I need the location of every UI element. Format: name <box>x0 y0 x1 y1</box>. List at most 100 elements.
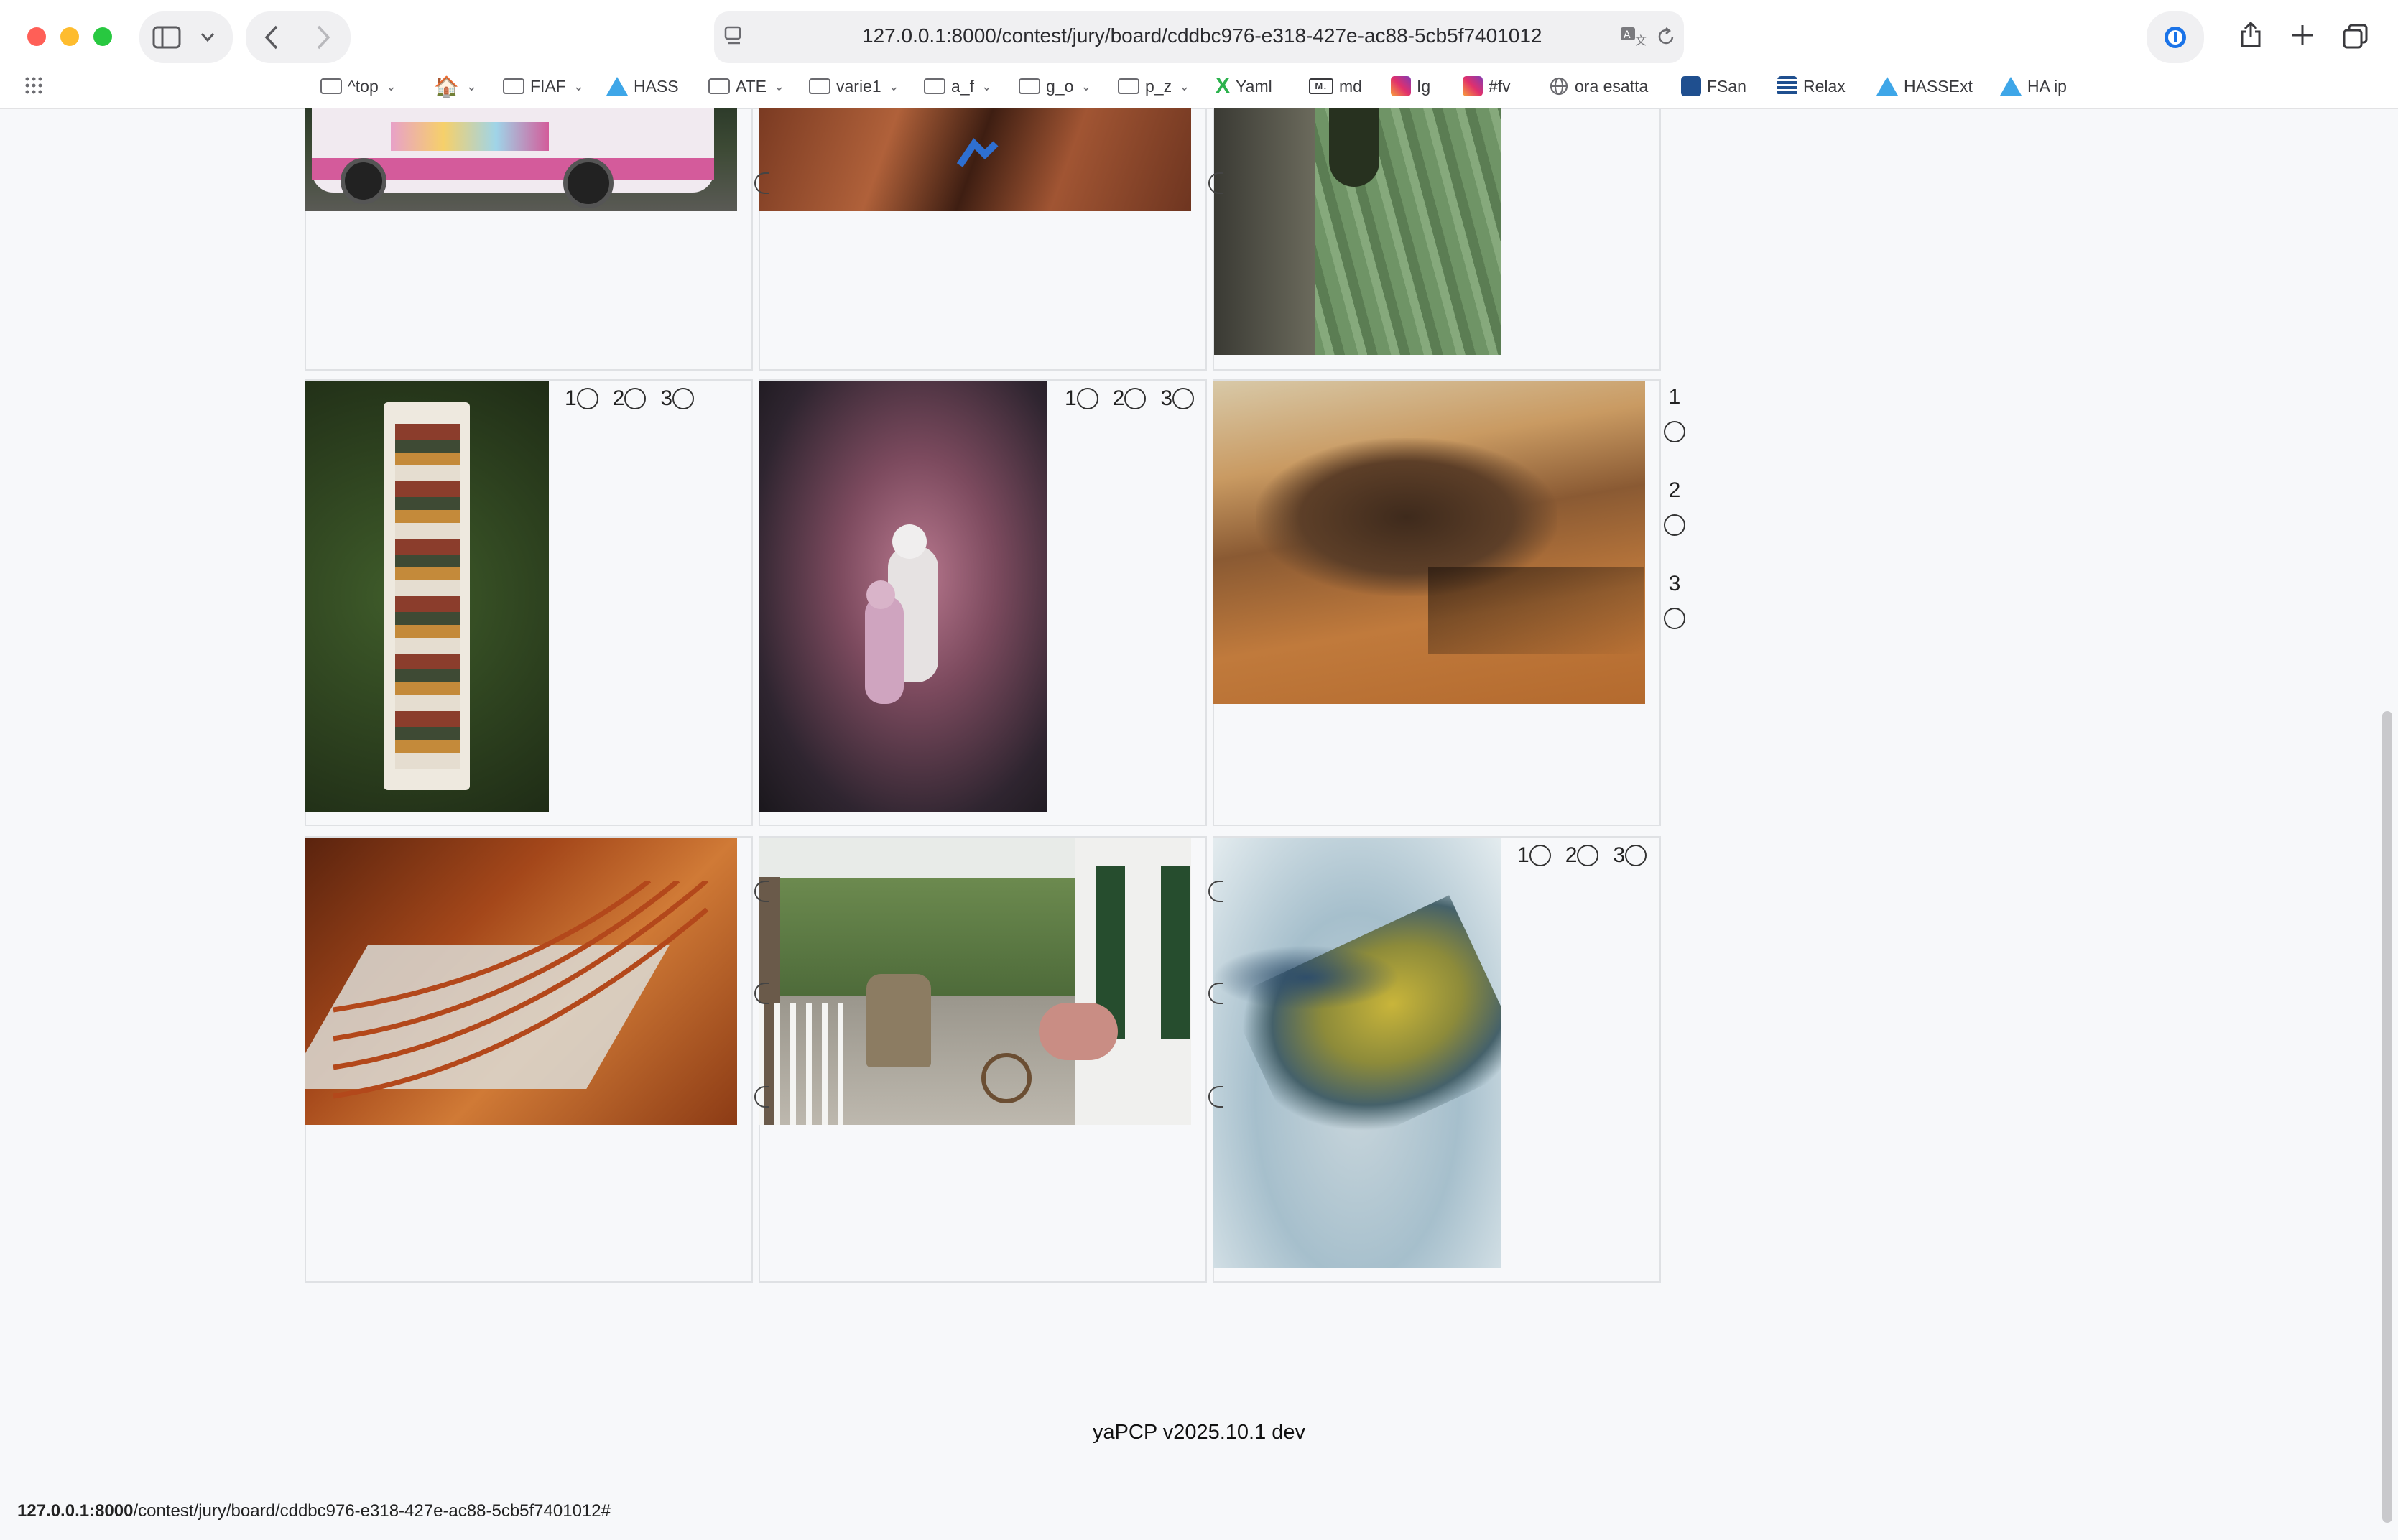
bookmark-relax[interactable]: Relax <box>1777 72 1846 101</box>
bookmark-label: md <box>1339 76 1362 96</box>
bookmark-a-f[interactable]: a_f ⌄ <box>924 72 992 101</box>
chevron-down-icon: ⌄ <box>981 78 993 93</box>
vertical-scrollbar[interactable] <box>2382 711 2392 1523</box>
rank-option-2[interactable]: 2 <box>1565 843 1599 868</box>
rank-label: 2 <box>1112 386 1125 410</box>
rank-radio-partial[interactable] <box>1208 1086 1223 1108</box>
translate-icon[interactable]: A文 <box>1619 24 1648 47</box>
chevron-down-icon: ⌄ <box>1080 78 1092 93</box>
bookmark-hassext[interactable]: HASSExt <box>1876 72 1973 101</box>
rank-radio-2[interactable] <box>1124 388 1147 409</box>
bookmark-fiaf[interactable]: FIAF ⌄ <box>503 72 584 101</box>
bookmark-hass[interactable]: HASS <box>606 72 679 101</box>
maximize-window-button[interactable] <box>93 27 112 46</box>
new-tab-icon[interactable] <box>2290 23 2315 47</box>
rank-option-3[interactable]: 3 <box>1613 843 1647 868</box>
photo-ice-cream-truck[interactable] <box>305 108 737 211</box>
reload-icon[interactable] <box>1655 26 1677 47</box>
rank-radio-partial[interactable] <box>754 172 769 194</box>
chevron-down-icon: ⌄ <box>1179 78 1190 93</box>
home-assistant-icon <box>2000 77 2022 96</box>
app-version-footer: yaPCP v2025.10.1 dev <box>1092 1421 1306 1444</box>
rank-radio-2[interactable] <box>1664 514 1685 536</box>
rank-radio-1[interactable] <box>1529 845 1551 866</box>
bookmark-label: ATE <box>736 76 767 96</box>
chevron-down-icon[interactable] <box>200 32 216 43</box>
photo-green-facade[interactable] <box>1214 108 1501 355</box>
password-manager-icon[interactable] <box>2162 24 2188 50</box>
rank-radio-3[interactable] <box>1664 608 1685 629</box>
tab-overview-icon[interactable] <box>2342 23 2369 50</box>
photo-astronauts[interactable] <box>759 381 1047 812</box>
rank-radio-partial[interactable] <box>754 1086 769 1108</box>
rank-option-3[interactable]: 3 <box>1160 386 1195 411</box>
url-text: 127.0.0.1:8000/contest/jury/board/cddbc9… <box>862 24 1542 47</box>
bookmark-ha-ip[interactable]: HA ip <box>2000 72 2067 101</box>
rank-radio-partial[interactable] <box>754 881 769 902</box>
minimize-window-button[interactable] <box>60 27 79 46</box>
rank-radio-partial[interactable] <box>1208 881 1223 902</box>
bookmark-ate[interactable]: ATE ⌄ <box>708 72 784 101</box>
chevron-down-icon: ⌄ <box>466 78 477 93</box>
status-host: 127.0.0.1:8000 <box>17 1501 134 1521</box>
bookmark-label: p_z <box>1145 76 1172 96</box>
instagram-icon <box>1391 76 1411 96</box>
rank-radio-1[interactable] <box>1076 388 1098 409</box>
rank-option-1[interactable]: 1 <box>565 386 598 411</box>
bookmark-label: HASS <box>634 76 679 96</box>
page-menu-icon[interactable] <box>724 26 744 47</box>
instagram-icon <box>1463 76 1483 96</box>
apps-grid-icon[interactable] <box>24 76 43 95</box>
globe-icon <box>1550 77 1568 96</box>
photo-picnic-table[interactable] <box>305 381 549 812</box>
sidebar-icon[interactable] <box>152 26 181 49</box>
bookmark-label: FIAF <box>530 76 566 96</box>
rank-radio-3[interactable] <box>1172 388 1195 409</box>
bookmark-md[interactable]: M↓ md <box>1309 72 1362 101</box>
bookmark-home[interactable]: 🏠 ⌄ <box>434 72 477 101</box>
bookmark-varie1[interactable]: varie1 ⌄ <box>809 72 899 101</box>
rank-radio-partial[interactable] <box>754 983 769 1004</box>
rank-radio-2[interactable] <box>1577 845 1599 866</box>
photo-desert-rocks[interactable] <box>1213 381 1645 704</box>
rank-label: 2 <box>1565 843 1578 867</box>
bookmark-top[interactable]: ^top ⌄ <box>320 72 397 101</box>
bookmark-label: ^top <box>348 76 379 96</box>
home-assistant-icon <box>1876 77 1898 96</box>
forward-icon[interactable] <box>315 24 332 50</box>
bookmark-label: Yaml <box>1236 76 1272 96</box>
rank-option-1[interactable]: 1 <box>1065 386 1098 411</box>
rank-label: 3 <box>1613 843 1626 867</box>
photo-canyon-climber[interactable] <box>759 108 1191 211</box>
rank-radio-2[interactable] <box>624 388 647 409</box>
bookmark-ora-esatta[interactable]: ora esatta <box>1549 72 1648 101</box>
password-extension-group <box>2147 11 2204 63</box>
bookmark-g-o[interactable]: g_o ⌄ <box>1019 72 1091 101</box>
bookmark-label: varie1 <box>836 76 881 96</box>
rank-radio-partial[interactable] <box>1208 983 1223 1004</box>
folder-icon <box>924 78 945 94</box>
bookmark-yaml[interactable]: X Yaml <box>1216 72 1272 101</box>
photo-orange-staircase[interactable] <box>305 838 737 1125</box>
rank-option-1[interactable]: 1 <box>1517 843 1551 868</box>
rank-radio-1[interactable] <box>1664 421 1685 442</box>
rank-option-2[interactable]: 2 <box>1113 386 1147 411</box>
rank-option-2[interactable]: 2 <box>613 386 647 411</box>
back-icon[interactable] <box>263 24 280 50</box>
bookmark-ig[interactable]: Ig <box>1391 72 1430 101</box>
rank-label: 3 <box>660 386 673 410</box>
bookmark-label: ora esatta <box>1575 76 1649 96</box>
bookmark-fv[interactable]: #fv <box>1463 72 1511 101</box>
bookmark-label: #fv <box>1489 76 1511 96</box>
rank-radio-partial[interactable] <box>1208 172 1223 194</box>
bookmark-fsan[interactable]: FSan <box>1681 72 1746 101</box>
photo-abstract-ink[interactable] <box>1213 838 1501 1268</box>
photo-porch[interactable] <box>759 838 1191 1125</box>
bookmark-p-z[interactable]: p_z ⌄ <box>1118 72 1190 101</box>
rank-radio-1[interactable] <box>576 388 598 409</box>
rank-radio-3[interactable] <box>1625 845 1647 866</box>
rank-option-3[interactable]: 3 <box>660 386 695 411</box>
rank-radio-3[interactable] <box>672 388 695 409</box>
share-icon[interactable] <box>2239 20 2263 49</box>
close-window-button[interactable] <box>27 27 46 46</box>
